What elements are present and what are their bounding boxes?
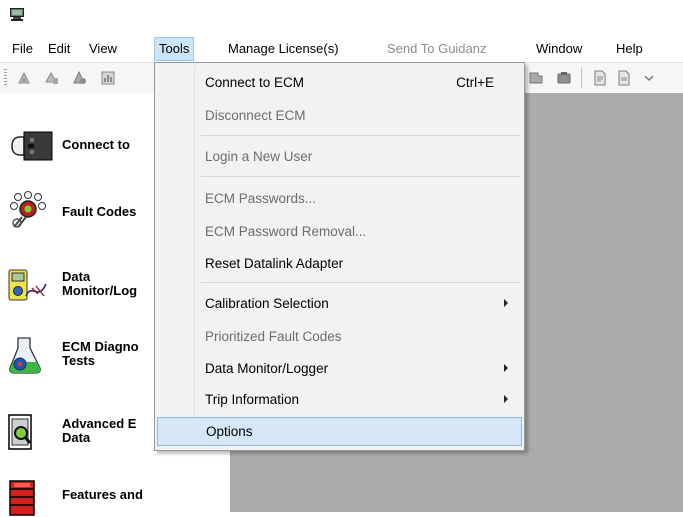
toolbar-tool-1-icon[interactable] <box>16 70 32 86</box>
fault-codes-gears-icon <box>10 191 46 228</box>
sidebar-item-label: Features and <box>62 487 143 502</box>
toolbar-tool-2-icon[interactable] <box>44 70 60 86</box>
menu-help[interactable]: Help <box>612 36 647 62</box>
data-monitor-icon <box>8 269 47 301</box>
menu-item-trip-information[interactable]: Trip Information <box>157 385 522 414</box>
toolbar-grip[interactable] <box>4 69 7 87</box>
menu-send-to-guidanz[interactable]: Send To Guidanz <box>383 36 491 62</box>
toolbar-document-icon[interactable] <box>592 70 608 86</box>
menu-item-label: Login a New User <box>205 149 313 164</box>
title-bar <box>0 0 683 36</box>
ecm-diagnostic-flask-icon <box>9 337 41 374</box>
menu-item-label: Disconnect ECM <box>205 108 306 123</box>
toolbar-tool-5-icon[interactable] <box>528 70 544 86</box>
menu-file[interactable]: File <box>8 36 37 62</box>
menu-item-calibration-selection[interactable]: Calibration Selection <box>157 289 522 318</box>
menu-edit[interactable]: Edit <box>44 36 74 62</box>
menu-item-prioritized-fault-codes[interactable]: Prioritized Fault Codes <box>157 322 522 351</box>
menu-item-connect-to-ecm[interactable]: Connect to ECM Ctrl+E <box>157 68 522 97</box>
menu-separator <box>201 176 520 177</box>
menu-item-label: ECM Passwords... <box>205 191 317 206</box>
submenu-arrow-icon <box>504 299 508 307</box>
tools-dropdown-menu: Connect to ECM Ctrl+E Disconnect ECM Log… <box>154 62 525 451</box>
menu-item-shortcut: Ctrl+E <box>456 75 494 90</box>
menu-item-ecm-passwords[interactable]: ECM Passwords... <box>157 184 522 213</box>
menu-item-label: Prioritized Fault Codes <box>205 329 342 344</box>
menu-separator <box>201 282 520 283</box>
toolbar-tool-3-icon[interactable] <box>72 70 88 86</box>
menu-item-ecm-password-removal[interactable]: ECM Password Removal... <box>157 217 522 246</box>
sidebar-item-label: Connect to <box>62 137 130 152</box>
features-red-stack-icon <box>9 480 35 516</box>
toolbar-document-2-icon[interactable] <box>616 70 632 86</box>
app-icon[interactable] <box>10 8 24 21</box>
toolbar-tool-4-icon[interactable] <box>100 70 116 86</box>
menu-item-label: ECM Password Removal... <box>205 224 367 239</box>
menu-item-reset-datalink-adapter[interactable]: Reset Datalink Adapter <box>157 249 522 278</box>
menu-item-login-new-user[interactable]: Login a New User <box>157 142 522 171</box>
menu-item-label: Reset Datalink Adapter <box>205 256 344 271</box>
menu-tools[interactable]: Tools <box>154 37 195 61</box>
menu-item-data-monitor-logger[interactable]: Data Monitor/Logger <box>157 354 522 383</box>
menu-item-options[interactable]: Options <box>157 417 522 446</box>
sidebar-item-label: ECM Diagno Tests <box>62 339 139 368</box>
menu-separator <box>201 135 520 136</box>
submenu-arrow-icon <box>504 395 508 403</box>
connector-plug-icon <box>11 131 53 161</box>
toolbar-separator <box>581 68 582 88</box>
sidebar-item-label: Data Monitor/Log <box>62 269 138 298</box>
menu-item-label: Connect to ECM <box>205 75 305 90</box>
menu-manage-licenses[interactable]: Manage License(s) <box>224 36 343 62</box>
menu-item-label: Calibration Selection <box>205 296 329 311</box>
menu-bar: File Edit View Tools Manage License(s) S… <box>0 36 683 62</box>
menu-window[interactable]: Window <box>532 36 586 62</box>
advanced-data-magnifier-icon <box>8 414 32 450</box>
submenu-arrow-icon <box>504 364 508 372</box>
toolbar-overflow-icon[interactable] <box>644 70 654 86</box>
menu-item-disconnect-ecm[interactable]: Disconnect ECM <box>157 101 522 130</box>
sidebar-item-label: Fault Codes <box>62 204 137 219</box>
menu-view[interactable]: View <box>85 36 121 62</box>
sidebar-item-label: Advanced E Data <box>62 416 137 445</box>
toolbar-tool-6-icon[interactable] <box>556 70 572 86</box>
menu-item-label: Options <box>206 424 253 439</box>
menu-item-label: Trip Information <box>205 392 300 407</box>
menu-item-label: Data Monitor/Logger <box>205 361 329 376</box>
